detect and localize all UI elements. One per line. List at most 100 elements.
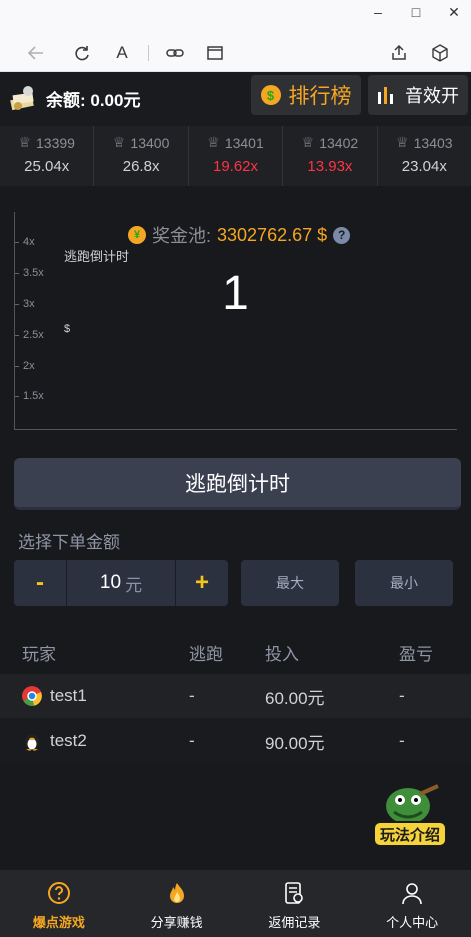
leaderboard-button[interactable]: $ 排行榜 [251,75,361,115]
window-controls: – □ ✕ [371,4,461,21]
leaderboard-label: 排行榜 [288,85,352,108]
browser-chrome: – □ ✕ A [0,0,471,72]
user-icon [399,880,425,906]
header-bet: 投入 [265,644,299,664]
tab-window-icon[interactable] [203,41,227,65]
penguin-avatar-icon [25,734,39,751]
nav-label: 分享赚钱 [150,915,203,930]
minimize-button[interactable]: – [371,4,385,21]
amount-value: 10 [99,572,122,593]
reader-icon[interactable]: A [110,41,134,65]
crown-icon: ♕ [301,134,315,150]
header-escape: 逃跑 [189,644,223,664]
amount-title: 选择下单金额 [18,533,120,552]
back-icon[interactable] [24,41,48,65]
y-tick: 2x [15,360,35,372]
amount-stepper: - 10 元 + [14,560,228,606]
player-profit: - [399,731,405,750]
share-icon[interactable] [387,41,411,65]
header-player: 玩家 [22,644,56,664]
nav-label: 个人中心 [386,915,439,930]
player-profit: - [399,686,405,705]
nav-label: 爆点游戏 [32,915,85,930]
y-tick: 4x [15,236,35,248]
player-escape: - [189,731,195,750]
table-row: test2 - 90.00元 - [0,718,471,764]
increase-button[interactable]: + [176,560,228,606]
history-multiplier: 23.04x [401,158,447,175]
bottom-nav: 爆点游戏 分享赚钱 返佣记录 个人中心 [0,870,471,937]
history-round-id: 13400 [130,134,170,151]
crown-icon: ♕ [207,134,220,150]
player-name: test1 [50,686,87,705]
crown-icon: ♕ [396,134,409,150]
y-tick: 1.5x [15,390,44,402]
dollar-coin-icon: $ [260,85,281,105]
money-stack-icon [10,86,34,111]
guide-label: 玩法介绍 [380,826,440,844]
decrease-button[interactable]: - [14,560,66,606]
top-bar: 余额: 0.00元 $ 排行榜 音效开 [0,72,471,126]
history-item[interactable]: ♕ 13399 25.04x [0,126,95,186]
player-escape: - [189,686,195,705]
history-round-id: 13403 [413,134,453,151]
history-round-id: 13399 [36,134,75,151]
sound-toggle-button[interactable]: 音效开 [368,75,468,115]
table-header: 玩家 逃跑 投入 盈亏 [0,630,471,674]
history-multiplier: 26.8x [122,158,160,175]
maximize-button[interactable]: □ [409,4,423,21]
y-tick: 2.5x [15,329,44,341]
nav-item-profile[interactable]: 个人中心 [353,870,471,937]
player-bet: 60.00元 [265,688,325,708]
game-area: 4x 3.5x 3x 2.5x 2x 1.5x ¥ 奖金池: 3302762.6… [0,186,471,444]
prize-pool: ¥ 奖金池: 3302762.67 $ ? [128,222,351,248]
nav-item-commission[interactable]: 返佣记录 [236,870,354,937]
crown-icon: ♕ [112,134,126,150]
history-item[interactable]: ♕ 13401 19.62x [189,126,284,186]
max-button[interactable]: 最大 [241,560,339,606]
amount-field[interactable]: 10 元 [66,560,176,606]
toolbar-divider [148,45,149,61]
balance-label: 余额: 0.00元 [46,90,141,110]
escape-countdown-button[interactable]: 逃跑倒计时 [14,458,461,510]
question-circle-icon [46,880,72,906]
nav-label: 返佣记录 [268,915,321,930]
nav-item-share[interactable]: 分享赚钱 [118,870,236,937]
header-profit: 盈亏 [399,644,433,664]
game-guide-badge[interactable]: 玩法介绍 [372,782,448,852]
browser-toolbar: A [0,38,471,68]
reload-icon[interactable] [70,41,94,65]
balance-display: 余额: 0.00元 [8,84,140,112]
nav-item-crash-game[interactable]: 爆点游戏 [0,870,118,937]
countdown-value: 1 [222,267,249,320]
chrome-avatar-icon [22,686,42,706]
player-bet: 90.00元 [265,733,325,753]
document-icon [281,880,307,906]
players-table: 玩家 逃跑 投入 盈亏 test1 - 60.00元 - test2 - 90.… [0,630,471,764]
sound-label: 音效开 [405,86,459,106]
bar-chart-icon [378,87,393,104]
history-item[interactable]: ♕ 13403 23.04x [378,126,471,186]
amount-unit: 元 [125,575,143,595]
prize-pool-value: 3302762.67 $ [217,224,328,245]
help-icon[interactable]: ? [333,226,351,244]
close-button[interactable]: ✕ [447,4,461,21]
history-item[interactable]: ♕ 13402 13.93x [283,126,378,186]
history-round-id: 13402 [319,134,359,151]
history-item[interactable]: ♕ 13400 26.8x [94,126,189,186]
extensions-cube-icon[interactable] [428,41,452,65]
countdown-label: 逃跑倒计时 [64,249,130,264]
link-icon[interactable] [163,41,187,65]
history-multiplier: 13.93x [307,158,353,175]
history-multiplier: 19.62x [212,158,259,175]
prize-pool-label: 奖金池: [152,226,212,246]
history-multiplier: 25.04x [24,158,70,175]
player-name: test2 [50,731,87,750]
min-button[interactable]: 最小 [355,560,453,606]
currency-mark: $ [64,323,71,335]
round-history: ♕ 13399 25.04x ♕ 13400 26.8x ♕ 13401 19.62x… [0,126,471,186]
table-row: test1 - 60.00元 - [0,674,471,718]
history-round-id: 13401 [224,134,264,151]
flame-icon [164,880,190,906]
crown-icon: ♕ [18,134,32,150]
